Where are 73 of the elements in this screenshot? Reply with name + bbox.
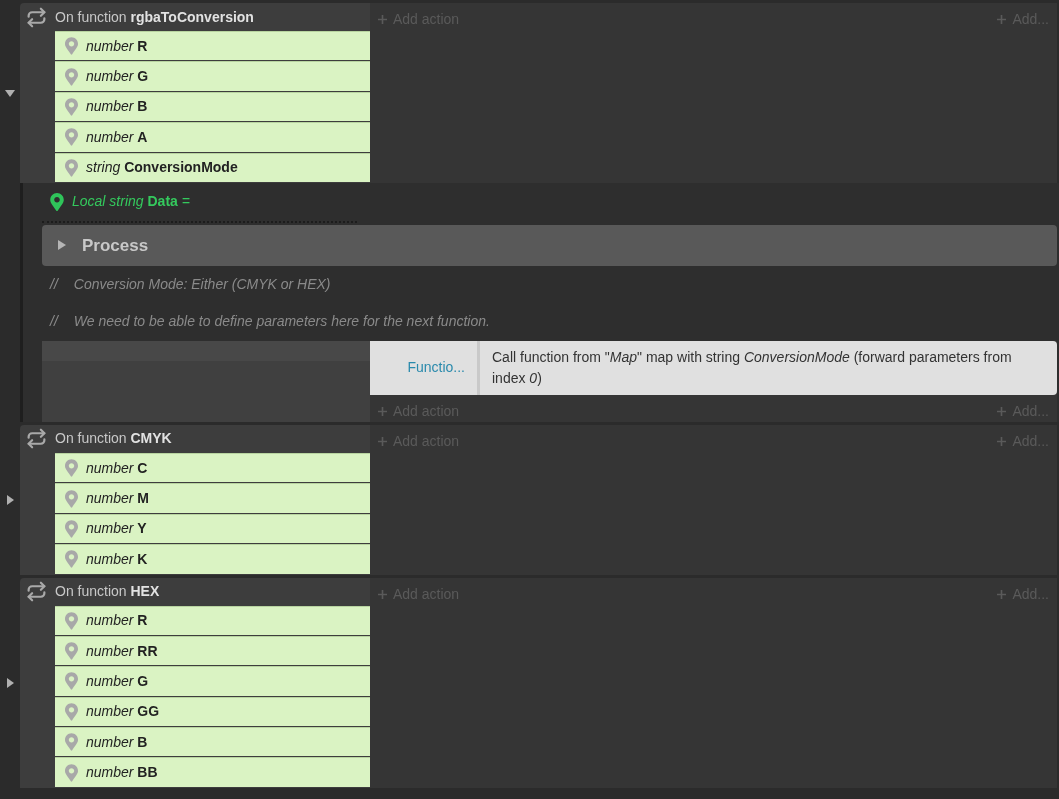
plus-icon xyxy=(997,15,1007,24)
parameter-row[interactable]: number R xyxy=(55,605,370,635)
plus-icon xyxy=(378,589,387,599)
caret-right-icon xyxy=(58,240,66,251)
comment-text: We need to be able to define parameters here for the next function. xyxy=(73,311,490,331)
parameter-text: number B xyxy=(86,97,148,117)
parameter-text: number R xyxy=(86,36,148,56)
function-title: On function rgbaToConversion xyxy=(55,7,254,27)
expand-arrow-icon[interactable] xyxy=(5,677,15,688)
map-pin-icon xyxy=(65,763,78,782)
parameter-row[interactable]: string ConversionMode xyxy=(55,152,370,182)
local-variable-text: Local string Data = xyxy=(72,192,190,212)
map-pin-icon xyxy=(65,672,78,691)
parameter-text: number A xyxy=(86,127,148,147)
action-description: Call function from "Map" map with string ConversionMode (forward parameters from index 0) xyxy=(491,347,1013,388)
parameter-row[interactable]: number Y xyxy=(55,513,370,544)
comment-text: Conversion Mode: Either (CMYK or HEX) xyxy=(73,274,331,294)
parameter-text: number G xyxy=(86,67,149,87)
group-header[interactable]: Process xyxy=(42,224,1057,266)
parameter-row[interactable]: number RR xyxy=(55,635,370,666)
comment-marker: // xyxy=(50,274,58,294)
plus-icon xyxy=(378,436,387,446)
plus-icon xyxy=(997,589,1007,599)
parameter-text: number B xyxy=(86,732,148,752)
parameter-row[interactable]: number BB xyxy=(55,757,370,787)
parameter-text: number G xyxy=(86,672,149,691)
parameter-row[interactable]: number G xyxy=(55,666,370,696)
parameter-row[interactable]: number B xyxy=(55,91,370,122)
collapse-arrow-icon[interactable] xyxy=(5,87,15,98)
expand-arrow-icon[interactable] xyxy=(5,494,15,505)
map-pin-icon xyxy=(50,192,64,211)
map-pin-icon xyxy=(65,489,78,508)
parameter-text: number RR xyxy=(86,641,158,661)
map-pin-icon xyxy=(65,97,78,116)
parameter-text: number BB xyxy=(86,763,158,783)
action-row[interactable]: Functio... Call function from "Map" map with string ConversionMode (forward parameters from index 0) xyxy=(370,340,1057,395)
parameter-row[interactable]: number R xyxy=(55,31,370,61)
repeat-icon xyxy=(26,6,47,28)
plus-icon xyxy=(378,15,387,24)
parameter-row[interactable]: number M xyxy=(55,483,370,513)
map-pin-icon xyxy=(65,128,78,147)
parameter-row[interactable]: number GG xyxy=(55,696,370,727)
action-name: Functio... xyxy=(370,340,480,395)
map-pin-icon xyxy=(65,702,78,721)
function-title: On function HEX xyxy=(55,582,160,601)
parameter-text: number Y xyxy=(86,519,147,539)
map-pin-icon xyxy=(65,67,78,86)
repeat-icon xyxy=(26,428,47,450)
function-title: On function CMYK xyxy=(55,429,172,449)
parameter-text: string ConversionMode xyxy=(86,158,238,178)
parameter-row[interactable]: number K xyxy=(55,544,370,574)
parameter-row[interactable]: number A xyxy=(55,122,370,152)
map-pin-icon xyxy=(65,733,78,752)
parameter-text: number M xyxy=(86,489,150,509)
map-pin-icon xyxy=(65,37,78,56)
repeat-icon xyxy=(26,581,47,602)
parameter-text: number C xyxy=(86,458,148,478)
parameter-row[interactable]: number C xyxy=(55,452,370,483)
parameter-row[interactable]: number B xyxy=(55,727,370,757)
plus-icon xyxy=(997,436,1007,446)
map-pin-icon xyxy=(65,550,78,569)
map-pin-icon xyxy=(65,158,78,177)
map-pin-icon xyxy=(65,611,78,630)
parameter-text: number K xyxy=(86,549,148,569)
parameter-row[interactable]: number G xyxy=(55,61,370,91)
map-pin-icon xyxy=(65,519,78,538)
parameter-text: number R xyxy=(86,611,148,631)
map-pin-icon xyxy=(65,459,78,478)
plus-icon xyxy=(378,406,387,416)
parameter-text: number GG xyxy=(86,702,160,722)
comment-marker: // xyxy=(50,311,58,331)
plus-icon xyxy=(997,406,1007,416)
map-pin-icon xyxy=(65,642,78,661)
